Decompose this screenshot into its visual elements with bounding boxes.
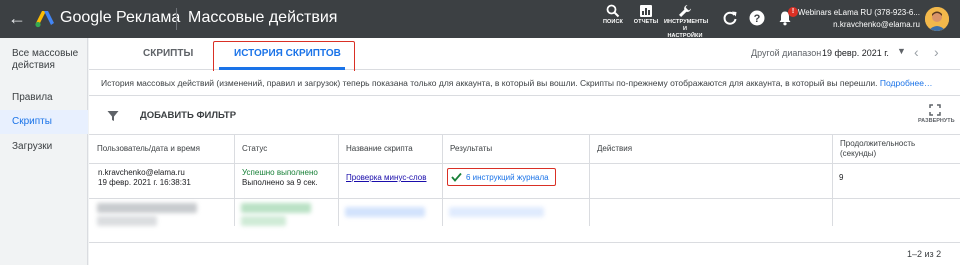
script-name-link[interactable]: Проверка минус-слов	[346, 173, 426, 183]
expand-label: РАЗВЕРНУТЬ	[918, 118, 955, 124]
header-status[interactable]: Статус	[234, 135, 338, 163]
search-icon	[606, 4, 620, 18]
info-text: История массовых действий (изменений, пр…	[101, 78, 878, 88]
page-title: Массовые действия	[188, 9, 338, 26]
tab-scripts[interactable]: СКРИПТЫ	[143, 48, 193, 60]
row-status-detail: Выполнено за 9 сек.	[242, 178, 318, 187]
learn-more-link[interactable]: Подробнее…	[880, 78, 933, 88]
chevron-left-icon[interactable]: ‹	[914, 44, 919, 60]
account-email: n.kravchenko@elama.ru	[833, 20, 920, 29]
sidebar-item-all-bulk-actions[interactable]: Все массовые действия	[0, 48, 88, 72]
tools-label-2: И	[682, 26, 688, 32]
top-bar: ← Google Реклама Массовые действия ПОИСК…	[0, 0, 960, 40]
date-range-label: Другой диапазон	[751, 48, 822, 58]
account-info[interactable]: Webinars eLama RU (378-923-6... n.kravch…	[798, 7, 920, 31]
refresh-icon[interactable]	[722, 10, 738, 26]
header-user[interactable]: Пользователь/дата и время	[89, 135, 234, 163]
header-script-name[interactable]: Название скрипта	[338, 135, 442, 163]
google-ads-logo	[35, 11, 54, 28]
pagination-text: 1–2 из 2	[907, 249, 942, 259]
sidebar-item-uploads[interactable]: Загрузки	[0, 141, 88, 153]
row-user: n.kravchenko@elama.ru	[98, 168, 185, 177]
blurred-row-results	[449, 207, 544, 217]
filter-icon[interactable]	[107, 110, 119, 122]
account-name: Webinars eLama RU (378-923-6...	[797, 8, 920, 17]
blurred-row-script	[345, 207, 425, 217]
fullscreen-icon	[929, 104, 941, 116]
table-header: Пользователь/дата и время Статус Названи…	[89, 134, 960, 164]
wrench-icon	[679, 5, 691, 17]
blurred-row-status	[241, 216, 286, 226]
notification-badge: !	[788, 7, 798, 17]
reports-label: ОТЧЕТЫ	[633, 19, 659, 25]
table-row[interactable]: n.kravchenko@elama.ru 19 февр. 2021 г. 1…	[89, 164, 960, 199]
sidebar-item-scripts[interactable]: Скрипты	[0, 110, 88, 134]
add-filter-button[interactable]: ДОБАВИТЬ ФИЛЬТР	[140, 110, 236, 122]
reports-button[interactable]: ОТЧЕТЫ	[626, 4, 666, 26]
divider	[176, 8, 177, 30]
chevron-right-icon[interactable]: ›	[934, 44, 939, 60]
info-banner: История массовых действий (изменений, пр…	[89, 71, 960, 96]
avatar-icon	[925, 7, 949, 31]
reports-icon	[640, 5, 652, 17]
back-arrow-icon[interactable]: ←	[8, 7, 26, 29]
row-status: Успешно выполнено	[242, 168, 318, 177]
tools-button[interactable]: ИНСТРУМЕНТЫ И НАСТРОЙКИ	[664, 4, 709, 40]
dropdown-arrow-icon[interactable]: ▼	[897, 46, 906, 56]
blurred-row-user	[97, 203, 197, 213]
header-actions[interactable]: Действия	[589, 135, 832, 163]
header-duration-line1: Продолжительность	[840, 139, 916, 148]
highlight-box-results	[447, 168, 556, 186]
blurred-row-user	[97, 216, 157, 226]
help-icon[interactable]: ?	[749, 10, 765, 26]
avatar[interactable]	[925, 7, 949, 31]
row-datetime: 19 февр. 2021 г. 16:38:31	[98, 178, 191, 187]
sidebar-item-rules[interactable]: Правила	[0, 92, 88, 104]
header-results[interactable]: Результаты	[442, 135, 589, 163]
date-range-value[interactable]: 19 февр. 2021 г.	[822, 47, 889, 59]
header-duration[interactable]: Продолжительность (секунды)	[832, 135, 960, 163]
sidebar: Все массовые действия Правила Скрипты За…	[0, 38, 88, 265]
brand-name: Google Реклама	[60, 9, 181, 26]
highlight-box-tab	[213, 41, 355, 73]
tools-label-1: ИНСТРУМЕНТЫ	[664, 19, 709, 25]
filter-bar: ДОБАВИТЬ ФИЛЬТР РАЗВЕРНУТЬ	[89, 98, 960, 134]
svg-text:?: ?	[754, 13, 761, 25]
table-footer: 1–2 из 2	[89, 242, 960, 265]
row-duration: 9	[839, 173, 844, 182]
expand-button[interactable]: РАЗВЕРНУТЬ	[918, 104, 955, 125]
header-duration-line2: (секунды)	[840, 149, 877, 158]
blurred-row-status	[241, 203, 311, 213]
main-content: СКРИПТЫ ИСТОРИЯ СКРИПТОВ Другой диапазон…	[89, 38, 960, 265]
